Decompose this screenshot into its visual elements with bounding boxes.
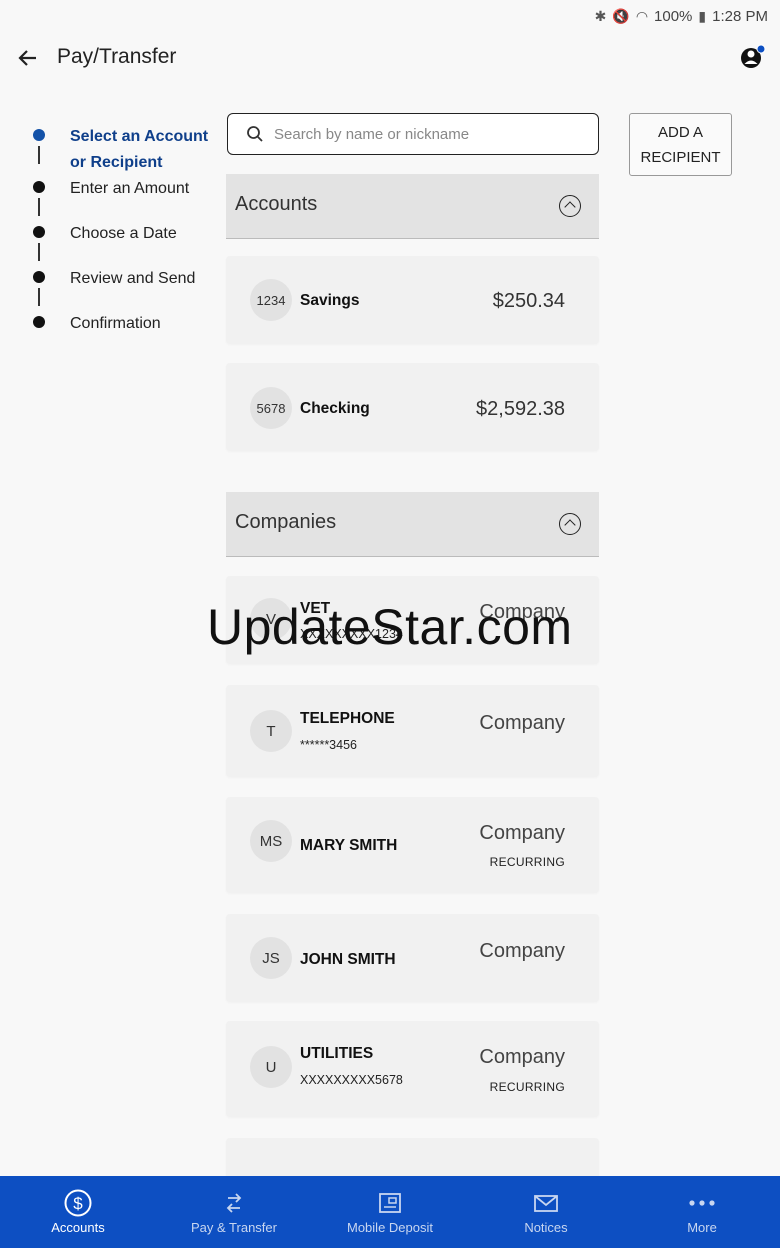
step-review-send: Review and Send xyxy=(30,264,220,309)
mute-icon: 🔇 xyxy=(612,7,630,24)
add-recipient-button[interactable]: ADD A RECIPIENT xyxy=(629,113,732,176)
transfer-arrows-icon xyxy=(226,1193,242,1213)
nav-label: More xyxy=(687,1220,717,1235)
account-name: Savings xyxy=(300,292,360,309)
battery-icon: ▮ xyxy=(698,7,707,24)
step-label: Review and Send xyxy=(70,270,196,287)
page-title: Pay/Transfer xyxy=(57,45,177,68)
step-connector xyxy=(38,288,40,306)
bottom-navigation: $ Accounts Pay & Transfer Mobile Deposit… xyxy=(0,1176,780,1248)
step-indicator xyxy=(33,271,45,283)
nav-label: Mobile Deposit xyxy=(347,1220,433,1235)
back-button[interactable] xyxy=(16,42,44,74)
step-indicator xyxy=(33,316,45,328)
step-label: Confirmation xyxy=(70,315,161,332)
account-row-savings[interactable]: 1234 Savings $250.34 xyxy=(226,256,599,344)
step-connector xyxy=(38,198,40,216)
bluetooth-icon: ✱ xyxy=(594,7,607,24)
step-confirmation: Confirmation xyxy=(30,309,220,354)
add-recipient-label-line2: RECIPIENT xyxy=(640,149,721,166)
step-select-account: Select an Account or Recipient xyxy=(30,122,220,174)
recipient-avatar: T xyxy=(250,710,292,752)
nav-notices[interactable]: Notices xyxy=(468,1176,624,1248)
account-number-badge: 1234 xyxy=(250,279,292,321)
account-row-checking[interactable]: 5678 Checking $2,592.38 xyxy=(226,363,599,451)
add-recipient-label-line1: ADD A xyxy=(657,124,703,141)
status-bar: ✱ 🔇 ◠ 100% ▮ 1:28 PM xyxy=(595,0,768,32)
recipient-type: Company xyxy=(479,601,565,623)
recipient-type: Company xyxy=(479,1046,565,1068)
recipient-row-mary-smith[interactable]: MS MARY SMITH Company RECURRING xyxy=(226,797,599,893)
step-indicator-active xyxy=(33,129,45,141)
recurring-badge: RECURRING xyxy=(489,1080,565,1094)
recipient-name: MARY SMITH xyxy=(300,837,398,854)
recipient-name: UTILITIES xyxy=(300,1045,374,1062)
step-enter-amount: Enter an Amount xyxy=(30,174,220,219)
recipient-avatar: MS xyxy=(250,820,292,862)
svg-text:$: $ xyxy=(73,1194,83,1213)
back-arrow-icon xyxy=(18,50,36,66)
recipient-account-number: XXXXXXXXX1234 xyxy=(300,627,403,641)
account-name: Checking xyxy=(300,400,370,417)
progress-stepper: Select an Account or Recipient Enter an … xyxy=(30,122,220,354)
nav-pay-transfer[interactable]: Pay & Transfer xyxy=(156,1176,312,1248)
search-box[interactable] xyxy=(227,113,599,155)
step-label: Select an Account or Recipient xyxy=(70,128,209,171)
companies-section-header[interactable]: Companies xyxy=(226,492,599,557)
accounts-section-header[interactable]: Accounts xyxy=(226,174,599,239)
collapse-chevron-icon[interactable] xyxy=(559,195,581,217)
recipient-type: Company xyxy=(479,940,565,962)
section-title: Companies xyxy=(235,511,337,533)
recipient-name: TELEPHONE xyxy=(300,710,395,727)
dollar-circle-icon: $ xyxy=(64,1189,92,1217)
section-title: Accounts xyxy=(235,193,318,215)
step-indicator xyxy=(33,181,45,193)
battery-level: 100% xyxy=(654,7,693,25)
step-connector xyxy=(38,243,40,261)
step-connector xyxy=(38,146,40,164)
collapse-chevron-icon[interactable] xyxy=(559,513,581,535)
recipient-row-utilities[interactable]: U UTILITIES XXXXXXXXX5678 Company RECURR… xyxy=(226,1021,599,1117)
recipient-type: Company xyxy=(479,822,565,844)
recurring-badge: RECURRING xyxy=(489,855,565,869)
nav-mobile-deposit[interactable]: Mobile Deposit xyxy=(312,1176,468,1248)
account-number-badge: 5678 xyxy=(250,387,292,429)
step-label: Choose a Date xyxy=(70,225,177,242)
step-label: Enter an Amount xyxy=(70,180,190,197)
recipient-row-john-smith[interactable]: JS JOHN SMITH Company xyxy=(226,914,599,1002)
nav-more[interactable]: More xyxy=(624,1176,780,1248)
nav-label: Pay & Transfer xyxy=(191,1220,277,1235)
more-dots-icon xyxy=(689,1200,715,1206)
recipient-name: JOHN SMITH xyxy=(300,951,396,968)
recipient-row-vet[interactable]: V VET XXXXXXXXX1234 Company xyxy=(226,576,599,664)
account-balance: $2,592.38 xyxy=(476,398,565,420)
nav-label: Accounts xyxy=(51,1220,105,1235)
envelope-icon xyxy=(534,1195,558,1212)
clock: 1:28 PM xyxy=(712,7,768,25)
recipient-account-number: ******3456 xyxy=(300,738,357,752)
recipient-avatar: JS xyxy=(250,937,292,979)
recipient-account-number: XXXXXXXXX5678 xyxy=(300,1073,403,1087)
profile-icon[interactable] xyxy=(740,44,766,70)
wifi-icon: ◠ xyxy=(635,7,649,24)
app-bar: Pay/Transfer xyxy=(0,38,780,78)
search-icon xyxy=(247,126,263,142)
step-indicator xyxy=(33,226,45,238)
search-input[interactable] xyxy=(274,120,584,148)
recipient-avatar: U xyxy=(250,1046,292,1088)
check-deposit-icon xyxy=(379,1193,401,1213)
recipient-row-partial[interactable] xyxy=(226,1138,599,1176)
recipient-type: Company xyxy=(479,712,565,734)
nav-label: Notices xyxy=(524,1220,568,1235)
recipient-avatar: V xyxy=(250,598,292,640)
nav-accounts[interactable]: $ Accounts xyxy=(0,1176,156,1248)
account-balance: $250.34 xyxy=(492,290,565,312)
recipient-name: VET xyxy=(300,600,331,617)
recipient-row-telephone[interactable]: T TELEPHONE ******3456 Company xyxy=(226,685,599,777)
step-choose-date: Choose a Date xyxy=(30,219,220,264)
